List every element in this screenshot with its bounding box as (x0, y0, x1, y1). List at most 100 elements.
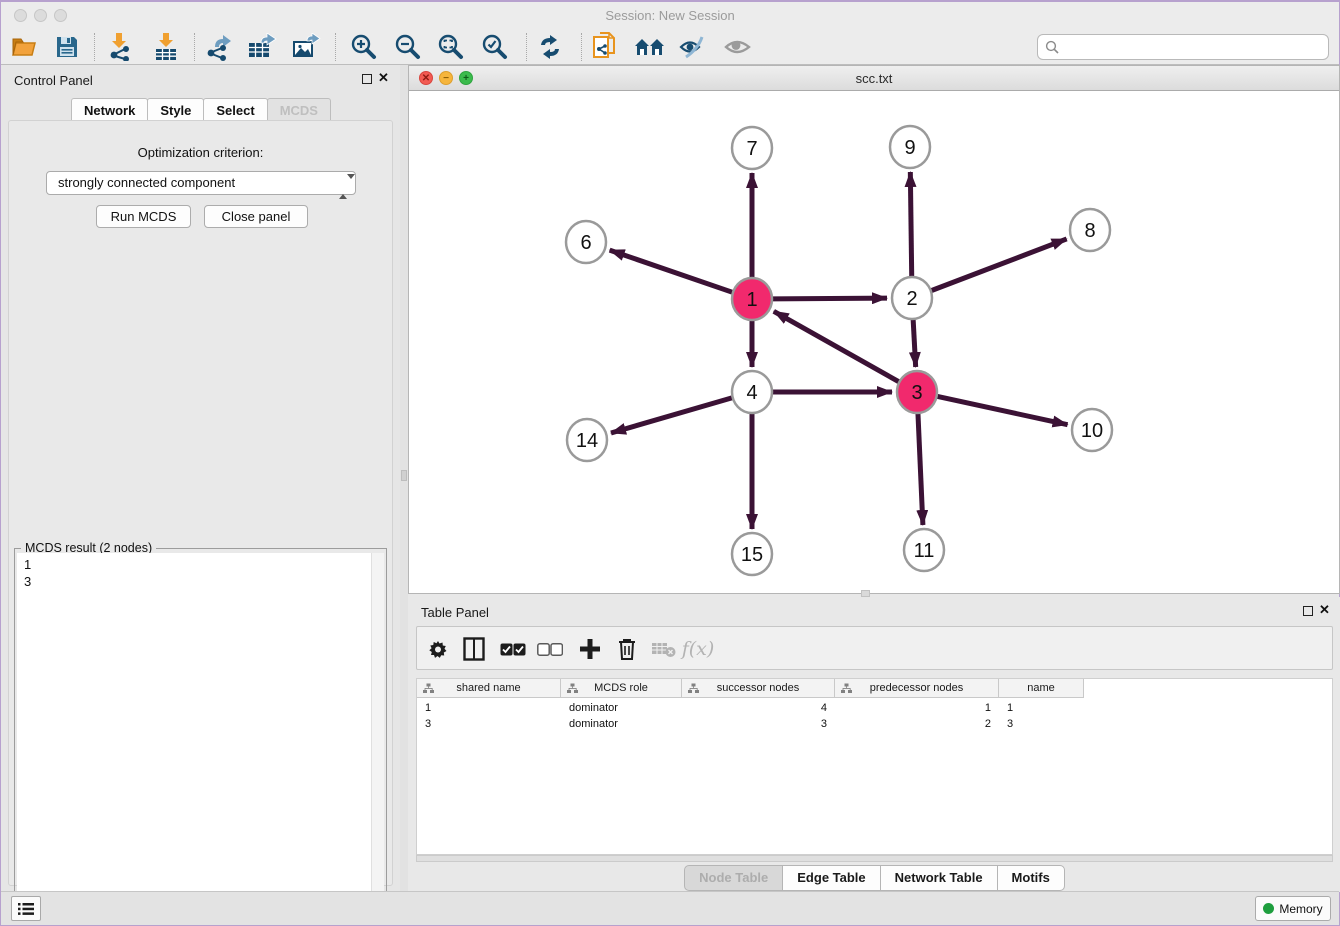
column-layout-icon[interactable] (458, 633, 490, 665)
refresh-layout-icon[interactable] (532, 31, 568, 63)
node-2[interactable]: 2 (892, 277, 932, 319)
edge-1-2[interactable] (773, 298, 887, 299)
edge-4-14[interactable] (611, 398, 732, 433)
node-4[interactable]: 4 (732, 371, 772, 413)
zoom-in-icon[interactable] (345, 31, 381, 63)
table-tabbar: Node TableEdge TableNetwork TableMotifs (408, 865, 1340, 891)
import-table-icon[interactable] (148, 31, 184, 63)
deselect-all-icon[interactable] (534, 633, 566, 665)
delete-table-icon[interactable] (648, 633, 680, 665)
import-network-icon[interactable] (102, 31, 138, 63)
table-cell[interactable]: dominator (561, 716, 682, 732)
edge-1-6[interactable] (610, 250, 732, 292)
table-scrollbar[interactable] (416, 855, 1333, 862)
column-header-MCDS-role[interactable]: MCDS role (561, 679, 682, 698)
table-row[interactable]: 3dominator323 (417, 716, 1332, 732)
table-cell[interactable]: 1 (835, 700, 999, 716)
network-window-title: scc.txt (409, 71, 1339, 86)
column-header-successor-nodes[interactable]: successor nodes (682, 679, 835, 698)
node-11[interactable]: 11 (904, 529, 944, 571)
memory-status-icon (1263, 903, 1274, 914)
node-6[interactable]: 6 (566, 221, 606, 263)
node-3[interactable]: 3 (897, 371, 937, 413)
table-cell[interactable]: 1 (417, 700, 561, 716)
node-15[interactable]: 15 (732, 533, 772, 575)
node-7[interactable]: 7 (732, 127, 772, 169)
edge-2-9[interactable] (910, 172, 911, 277)
float-table-panel-icon[interactable] (1303, 606, 1313, 616)
hierarchy-icon (423, 683, 434, 694)
memory-button[interactable]: Memory (1255, 896, 1331, 921)
edge-3-11[interactable] (918, 413, 923, 525)
run-mcds-button[interactable]: Run MCDS (96, 205, 191, 228)
save-session-icon[interactable] (49, 31, 85, 63)
memory-label: Memory (1279, 902, 1322, 916)
function-builder-icon[interactable]: f(x) (682, 633, 714, 665)
graphics-details-icon[interactable] (632, 31, 668, 63)
tab-motifs[interactable]: Motifs (997, 865, 1065, 891)
zoom-out-icon[interactable] (389, 31, 425, 63)
dropdown-value: strongly connected component (58, 175, 235, 190)
mcds-result-scrollbar[interactable] (371, 553, 384, 917)
column-header-predecessor-nodes[interactable]: predecessor nodes (835, 679, 999, 698)
delete-column-icon[interactable] (611, 633, 643, 665)
mcds-result-textarea[interactable]: 1 3 (17, 553, 384, 917)
export-image-icon[interactable] (288, 31, 324, 63)
tab-network-table[interactable]: Network Table (880, 865, 998, 891)
control-panel: Control Panel ✕ NetworkStyleSelectMCDS O… (1, 65, 400, 892)
network-graph[interactable]: 7 9 6 8 1 2 4 3 14 10 15 11 (409, 91, 1339, 593)
hide-selected-icon[interactable] (675, 31, 711, 63)
export-network-icon[interactable] (201, 31, 237, 63)
node-14[interactable]: 14 (567, 419, 607, 461)
hierarchy-icon (841, 683, 852, 694)
add-column-icon[interactable] (574, 633, 606, 665)
show-all-icon[interactable] (720, 31, 756, 63)
network-view-window: ✕ − + scc.txt 7 9 6 8 1 2 4 3 14 10 15 11 (408, 65, 1340, 594)
table-cell[interactable]: 4 (682, 700, 835, 716)
tab-node-table[interactable]: Node Table (684, 865, 783, 891)
panel-splitter[interactable] (400, 65, 408, 892)
open-session-icon[interactable] (7, 31, 43, 63)
zoom-fit-icon[interactable] (432, 31, 468, 63)
edge-3-10[interactable] (938, 396, 1068, 424)
table-cell[interactable]: dominator (561, 700, 682, 716)
tab-edge-table[interactable]: Edge Table (782, 865, 880, 891)
svg-text:3: 3 (911, 382, 922, 404)
node-10[interactable]: 10 (1072, 409, 1112, 451)
close-panel-button[interactable]: Close panel (204, 205, 308, 228)
splitter-grip[interactable] (401, 470, 407, 481)
svg-text:15: 15 (741, 544, 763, 566)
table-cell[interactable]: 3 (417, 716, 561, 732)
column-header-name[interactable]: name (999, 679, 1084, 698)
close-table-panel-icon[interactable]: ✕ (1319, 602, 1330, 618)
mcds-result-lines: 1 3 (24, 556, 31, 590)
window-resize-grip[interactable] (861, 590, 870, 597)
float-panel-icon[interactable] (362, 74, 372, 84)
application-window: Session: New Session (0, 0, 1340, 926)
table-row[interactable]: 1dominator411 (417, 700, 1332, 716)
export-table-icon[interactable] (244, 31, 280, 63)
gear-icon[interactable] (422, 633, 454, 665)
search-input[interactable] (1037, 34, 1329, 60)
node-table[interactable]: shared nameMCDS rolesuccessor nodesprede… (416, 678, 1333, 855)
node-1[interactable]: 1 (732, 278, 772, 320)
table-cell[interactable]: 3 (999, 716, 1084, 732)
table-cell[interactable]: 1 (999, 700, 1084, 716)
network-canvas[interactable]: 7 9 6 8 1 2 4 3 14 10 15 11 (409, 91, 1339, 593)
network-window-titlebar[interactable]: ✕ − + scc.txt (409, 66, 1339, 91)
task-history-button[interactable] (11, 896, 41, 921)
column-header-shared-name[interactable]: shared name (417, 679, 561, 698)
close-panel-icon[interactable]: ✕ (378, 70, 389, 86)
table-cell[interactable]: 2 (835, 716, 999, 732)
new-network-from-selection-icon[interactable] (587, 31, 623, 63)
table-cell[interactable]: 3 (682, 716, 835, 732)
node-9[interactable]: 9 (890, 126, 930, 168)
optimization-criterion-dropdown[interactable]: strongly connected component (46, 171, 356, 195)
edge-2-8[interactable] (932, 239, 1067, 291)
select-all-icon[interactable] (497, 633, 529, 665)
edge-3-1[interactable] (774, 311, 899, 381)
svg-text:4: 4 (746, 382, 757, 404)
zoom-selected-icon[interactable] (476, 31, 512, 63)
node-8[interactable]: 8 (1070, 209, 1110, 251)
edge-2-3[interactable] (913, 319, 916, 367)
